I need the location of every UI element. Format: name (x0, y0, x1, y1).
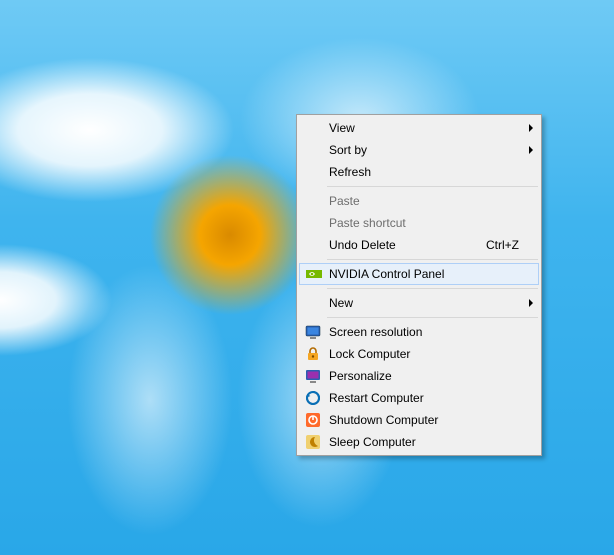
lock-icon (299, 343, 327, 365)
separator (327, 259, 538, 260)
icon-slot (299, 161, 327, 183)
menu-item-label: Sleep Computer (327, 435, 539, 449)
icon-slot (299, 292, 327, 314)
menu-item-sort-by[interactable]: Sort by (299, 139, 539, 161)
screen-resolution-icon (299, 321, 327, 343)
menu-item-label: Lock Computer (327, 347, 539, 361)
menu-item-label: Restart Computer (327, 391, 539, 405)
menu-item-label: View (327, 121, 539, 135)
menu-item-paste: Paste (299, 190, 539, 212)
restart-icon (299, 387, 327, 409)
sleep-icon (299, 431, 327, 453)
separator (327, 317, 538, 318)
menu-item-shortcut: Ctrl+Z (486, 238, 539, 252)
menu-item-paste-shortcut: Paste shortcut (299, 212, 539, 234)
menu-item-label: Shutdown Computer (327, 413, 539, 427)
menu-item-label: NVIDIA Control Panel (327, 267, 538, 281)
personalize-icon (299, 365, 327, 387)
menu-item-label: Paste (327, 194, 539, 208)
menu-item-label: Sort by (327, 143, 539, 157)
nvidia-icon (300, 263, 327, 285)
submenu-arrow-icon (529, 143, 533, 157)
separator (327, 288, 538, 289)
desktop-context-menu: View Sort by Refresh Paste Paste (296, 114, 542, 456)
menu-item-label: Screen resolution (327, 325, 539, 339)
menu-item-label: Paste shortcut (327, 216, 539, 230)
menu-item-label: Undo Delete (327, 238, 486, 252)
menu-item-shutdown-computer[interactable]: Shutdown Computer (299, 409, 539, 431)
shutdown-icon (299, 409, 327, 431)
menu-item-refresh[interactable]: Refresh (299, 161, 539, 183)
separator (327, 186, 538, 187)
submenu-arrow-icon (529, 121, 533, 135)
menu-item-personalize[interactable]: Personalize (299, 365, 539, 387)
menu-item-view[interactable]: View (299, 117, 539, 139)
menu-item-lock-computer[interactable]: Lock Computer (299, 343, 539, 365)
menu-item-label: Refresh (327, 165, 539, 179)
menu-item-sleep-computer[interactable]: Sleep Computer (299, 431, 539, 453)
submenu-arrow-icon (529, 296, 533, 310)
icon-slot (299, 139, 327, 161)
icon-slot (299, 190, 327, 212)
menu-item-screen-resolution[interactable]: Screen resolution (299, 321, 539, 343)
icon-slot (299, 117, 327, 139)
menu-item-label: Personalize (327, 369, 539, 383)
icon-slot (299, 234, 327, 256)
icon-slot (299, 212, 327, 234)
menu-item-restart-computer[interactable]: Restart Computer (299, 387, 539, 409)
desktop-wallpaper[interactable]: View Sort by Refresh Paste Paste (0, 0, 614, 555)
menu-item-nvidia-control-panel[interactable]: NVIDIA Control Panel (299, 263, 539, 285)
menu-item-new[interactable]: New (299, 292, 539, 314)
menu-item-label: New (327, 296, 539, 310)
menu-item-undo-delete[interactable]: Undo Delete Ctrl+Z (299, 234, 539, 256)
